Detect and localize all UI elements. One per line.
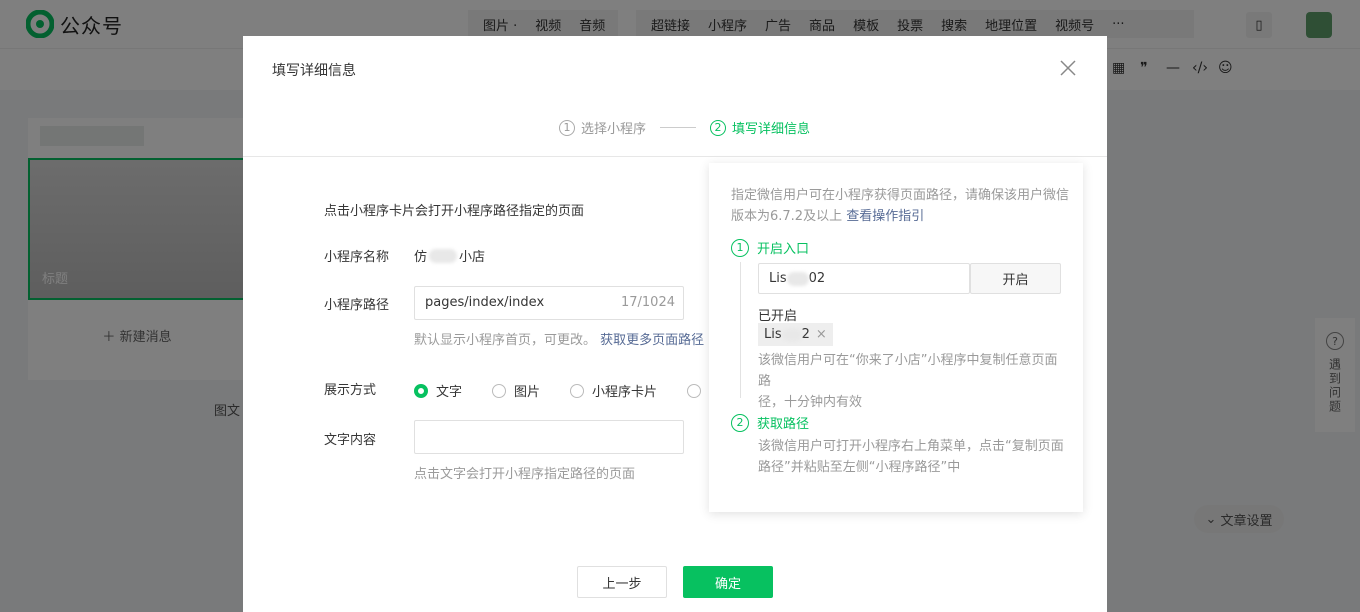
path-hint-text: 默认显示小程序首页，可更改。 xyxy=(414,333,597,348)
name-value-suffix: 小店 xyxy=(459,250,486,265)
tag-suffix: 2 xyxy=(801,327,810,342)
confirm-button[interactable]: 确定 xyxy=(683,566,773,598)
step-1-description-line2: 径，十分钟内有效 xyxy=(758,395,863,410)
enabled-user-tag: Lis 2 × xyxy=(758,323,833,346)
popover-step-2-number: 2 xyxy=(731,413,749,432)
redacted-block xyxy=(786,271,809,286)
step-1-number: 1 xyxy=(559,119,575,136)
text-content-input[interactable] xyxy=(414,420,684,454)
popover-step-1-number: 1 xyxy=(731,238,749,257)
radio-image-label[interactable]: 图片 xyxy=(514,381,540,400)
tag-prefix: Lis xyxy=(764,327,782,342)
display-radio-group: 文字 图片 小程序卡片 xyxy=(414,381,702,400)
close-icon[interactable] xyxy=(1058,58,1078,78)
wechat-id-suffix: 02 xyxy=(808,271,826,286)
more-paths-link[interactable]: 获取更多页面路径 xyxy=(600,333,704,348)
enabled-label: 已开启 xyxy=(758,309,798,324)
dialog-title: 填写详细信息 xyxy=(272,63,356,79)
step-1-label: 选择小程序 xyxy=(581,122,647,137)
text-content-hint: 点击文字会打开小程序指定路径的页面 xyxy=(414,467,636,482)
popover-intro-line2: 版本为6.7.2及以上 查看操作指引 xyxy=(731,206,1071,227)
name-value-prefix: 仿 xyxy=(414,250,428,265)
radio-text-label[interactable]: 文字 xyxy=(436,381,462,400)
popover-step-1-title: 开启入口 xyxy=(757,242,810,257)
step-line xyxy=(740,262,741,398)
step-indicator: 1 选择小程序 2 填写详细信息 xyxy=(559,118,810,137)
popover-intro-line1: 指定微信用户可在小程序获得页面路径，请确保该用户微信 xyxy=(731,188,1070,203)
step-2-number: 2 xyxy=(710,119,727,136)
guide-link[interactable]: 查看操作指引 xyxy=(846,209,924,224)
tag-close-icon[interactable]: × xyxy=(816,327,827,342)
radio-extra[interactable] xyxy=(687,383,702,398)
wechat-id-input[interactable]: Lis 02 xyxy=(758,263,970,294)
path-hint: 默认显示小程序首页，可更改。 获取更多页面路径 xyxy=(414,329,704,348)
path-char-counter: 17/1024 xyxy=(620,295,675,310)
enable-button[interactable]: 开启 xyxy=(970,263,1061,294)
redacted-block xyxy=(429,248,458,263)
form-description: 点击小程序卡片会打开小程序路径指定的页面 xyxy=(324,204,585,219)
popover-intro-version: 版本为6.7.2及以上 xyxy=(731,209,843,224)
step-2-description-line2: 路径”并粘贴至左侧“小程序路径”中 xyxy=(758,460,961,475)
path-label: 小程序路径 xyxy=(324,298,390,313)
step-open-entry: 1 开启入口 xyxy=(731,238,809,257)
prev-step-button[interactable]: 上一步 xyxy=(577,566,667,598)
text-content-label: 文字内容 xyxy=(324,433,377,448)
path-help-popover: 指定微信用户可在小程序获得页面路径，请确保该用户微信 版本为6.7.2及以上 查… xyxy=(709,163,1083,512)
step-1-description-line1: 该微信用户可在“你来了小店”小程序中复制任意页面路 xyxy=(758,353,1058,389)
wechat-id-prefix: Lis xyxy=(769,271,787,286)
name-label: 小程序名称 xyxy=(324,250,390,265)
header-divider xyxy=(243,156,1107,157)
step-get-path: 2 获取路径 xyxy=(731,413,809,432)
redacted-block xyxy=(781,328,802,341)
radio-card-label[interactable]: 小程序卡片 xyxy=(592,381,657,400)
radio-text[interactable] xyxy=(414,383,428,398)
step-2-label: 填写详细信息 xyxy=(732,122,811,137)
path-input-value: pages/index/index xyxy=(425,295,545,310)
radio-image[interactable] xyxy=(492,383,507,398)
step-1-description: 该微信用户可在“你来了小店”小程序中复制任意页面路 径，十分钟内有效 xyxy=(758,350,1068,413)
step-connector xyxy=(660,127,697,128)
popover-step-2-title: 获取路径 xyxy=(757,417,810,432)
name-value: 仿 小店 xyxy=(414,246,485,265)
step-2-description-line1: 该微信用户可打开小程序右上角菜单，点击“复制页面 xyxy=(758,439,1064,454)
popover-intro: 指定微信用户可在小程序获得页面路径，请确保该用户微信 版本为6.7.2及以上 查… xyxy=(731,185,1071,227)
display-label: 展示方式 xyxy=(324,383,377,398)
wechat-id-value: Lis 02 xyxy=(769,271,825,286)
step-2-description: 该微信用户可打开小程序右上角菜单，点击“复制页面 路径”并粘贴至左侧“小程序路径… xyxy=(758,436,1068,478)
radio-card[interactable] xyxy=(570,383,585,398)
path-input[interactable]: pages/index/index 17/1024 xyxy=(414,286,684,320)
